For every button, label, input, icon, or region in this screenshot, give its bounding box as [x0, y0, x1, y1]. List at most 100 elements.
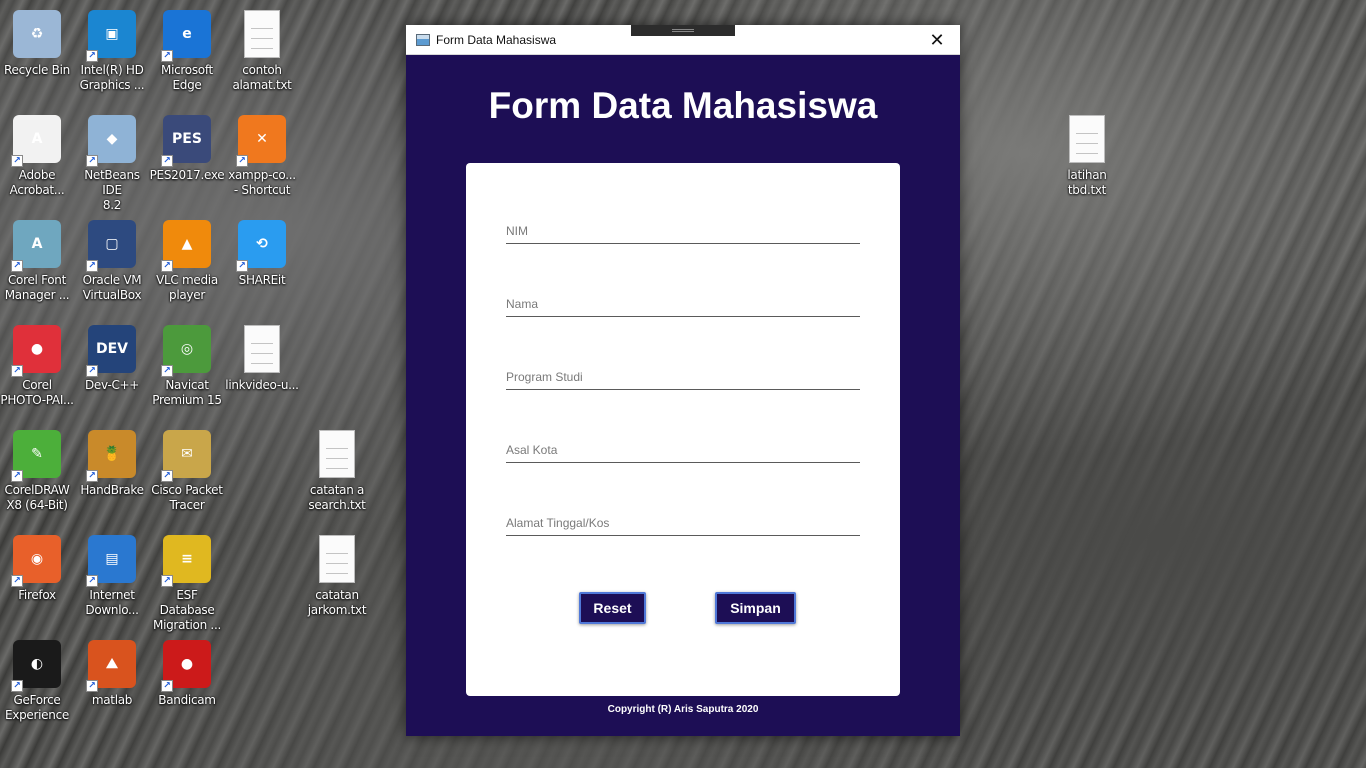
- program-studi-input[interactable]: [506, 366, 860, 388]
- desktop-icon-label: Oracle VM VirtualBox: [82, 273, 142, 302]
- shortcut-arrow-icon: ↗: [11, 470, 23, 482]
- reset-button[interactable]: Reset: [579, 592, 646, 624]
- desktop-icon-label: NetBeans IDE 8.2: [84, 168, 140, 212]
- icon-glyph: ✎: [31, 446, 43, 462]
- desktop-icon[interactable]: ✎ ↗ CorelDRAW X8 (64-Bit): [0, 430, 74, 530]
- desktop-icon[interactable]: latihan tbd.txt: [1050, 115, 1124, 215]
- window-title: Form Data Mahasiswa: [436, 32, 557, 47]
- desktop-icon-label: Firefox: [18, 588, 56, 602]
- corel-photo-icon: ● ↗: [11, 325, 61, 377]
- desktop-icon-label: ESF Database Migration ...: [153, 588, 221, 632]
- shortcut-arrow-icon: ↗: [86, 365, 98, 377]
- asal-kota-field[interactable]: [506, 439, 860, 463]
- icon-glyph: ●: [180, 656, 194, 672]
- geforce-icon: ◐ ↗: [11, 640, 61, 692]
- window-drag-grip[interactable]: [631, 25, 735, 36]
- desktop-icon-label: catatan a search.txt: [308, 483, 366, 512]
- shortcut-arrow-icon: ↗: [11, 680, 23, 692]
- desktop-icon-label: Microsoft Edge: [161, 63, 213, 92]
- shortcut-arrow-icon: ↗: [86, 155, 98, 167]
- desktop-icon[interactable]: DEV ↗ Dev-C++: [75, 325, 149, 425]
- desktop-icon[interactable]: ● ↗ Corel PHOTO-PAI...: [0, 325, 74, 425]
- icon-glyph: ▣: [105, 26, 119, 42]
- shortcut-arrow-icon: ↗: [11, 155, 23, 167]
- shareit-icon: ⟲ ↗: [236, 220, 286, 272]
- desktop-icon-label: HandBrake: [80, 483, 144, 497]
- bandicam-icon: ● ↗: [161, 640, 211, 692]
- window-titlebar[interactable]: Form Data Mahasiswa ✕: [406, 25, 960, 55]
- desktop-icon[interactable]: ✉ ↗ Cisco Packet Tracer: [150, 430, 224, 530]
- desktop-icon-label: Bandicam: [158, 693, 216, 707]
- corel-font-icon: A ↗: [11, 220, 61, 272]
- desktop-icon[interactable]: linkvideo-u...: [225, 325, 299, 425]
- shortcut-arrow-icon: ↗: [161, 155, 173, 167]
- netbeans-icon: ◆ ↗: [86, 115, 136, 167]
- desktop-icon[interactable]: A ↗ Corel Font Manager ...: [0, 220, 74, 320]
- alamat-input[interactable]: [506, 512, 860, 534]
- desktop-icon[interactable]: ⟲ ↗ SHAREit: [225, 220, 299, 320]
- desktop-icon[interactable]: ◉ ↗ Firefox: [0, 535, 74, 635]
- icon-glyph: ≡: [181, 551, 193, 567]
- coreldraw-icon: ✎ ↗: [11, 430, 61, 482]
- desktop-icon[interactable]: ◐ ↗ GeForce Experience: [0, 640, 74, 740]
- desktop-icon[interactable]: catatan jarkom.txt: [300, 535, 374, 635]
- desktop-icon[interactable]: ● ↗ Bandicam: [150, 640, 224, 740]
- text-file-icon: [319, 535, 355, 583]
- desktop-icon[interactable]: ▲ ↗ VLC media player: [150, 220, 224, 320]
- icon-glyph: DEV: [95, 341, 129, 357]
- program-studi-field[interactable]: [506, 366, 860, 390]
- shortcut-arrow-icon: ↗: [161, 575, 173, 587]
- icon-glyph: ⛰: [106, 656, 118, 672]
- desktop-icon[interactable]: 🍍 ↗ HandBrake: [75, 430, 149, 530]
- nama-input[interactable]: [506, 293, 860, 315]
- xampp-icon: ✕ ↗: [236, 115, 286, 167]
- nim-input[interactable]: [506, 220, 860, 242]
- desktop-icon[interactable]: ◎ ↗ Navicat Premium 15: [150, 325, 224, 425]
- desktop-icon[interactable]: catatan a search.txt: [300, 430, 374, 530]
- nim-field[interactable]: [506, 220, 860, 244]
- shortcut-arrow-icon: ↗: [236, 155, 248, 167]
- app-window-icon: [416, 33, 430, 46]
- icon-glyph: ✉: [181, 446, 193, 462]
- icon-glyph: A: [31, 131, 43, 147]
- edge-icon: e ↗: [161, 10, 211, 62]
- desktop-icon[interactable]: ✕ ↗ xampp-co... - Shortcut: [225, 115, 299, 215]
- desktop-icon-label: Cisco Packet Tracer: [151, 483, 223, 512]
- desktop-icon-label: Dev-C++: [84, 378, 140, 392]
- icon-glyph: ▲: [181, 236, 193, 252]
- desktop-icon[interactable]: ▢ ↗ Oracle VM VirtualBox: [75, 220, 149, 320]
- devcpp-icon: DEV ↗: [86, 325, 136, 377]
- desktop-icon-label: xampp-co... - Shortcut: [228, 168, 296, 197]
- desktop-icon-label: Internet Downlo...: [85, 588, 139, 617]
- icon-glyph: ◉: [30, 551, 44, 567]
- desktop-icon[interactable]: ▤ ↗ Internet Downlo...: [75, 535, 149, 635]
- save-button[interactable]: Simpan: [715, 592, 796, 624]
- desktop-icon[interactable]: ⛰ ↗ matlab: [75, 640, 149, 740]
- desktop-icon[interactable]: A ↗ Adobe Acrobat...: [0, 115, 74, 215]
- desktop-icon[interactable]: ◆ ↗ NetBeans IDE 8.2: [75, 115, 149, 215]
- desktop-icon-label: CorelDRAW X8 (64-Bit): [4, 483, 70, 512]
- desktop-icon-label: Navicat Premium 15: [152, 378, 222, 407]
- asal-kota-input[interactable]: [506, 439, 860, 461]
- desktop-icon-label: catatan jarkom.txt: [307, 588, 367, 617]
- desktop-icon[interactable]: ≡ ↗ ESF Database Migration ...: [150, 535, 224, 635]
- handbrake-icon: 🍍 ↗: [86, 430, 136, 482]
- desktop-icon[interactable]: ♻ Recycle Bin: [0, 10, 74, 110]
- shortcut-arrow-icon: ↗: [161, 260, 173, 272]
- alamat-field[interactable]: [506, 512, 860, 536]
- shortcut-arrow-icon: ↗: [161, 365, 173, 377]
- form-card: Reset Simpan: [466, 163, 900, 696]
- nama-field[interactable]: [506, 293, 860, 317]
- icon-glyph: ▢: [105, 236, 119, 252]
- close-button[interactable]: ✕: [914, 25, 960, 55]
- desktop-icon[interactable]: e ↗ Microsoft Edge: [150, 10, 224, 110]
- icon-glyph: A: [31, 236, 43, 252]
- shortcut-arrow-icon: ↗: [236, 260, 248, 272]
- text-file-icon: [244, 325, 280, 373]
- shortcut-arrow-icon: ↗: [86, 575, 98, 587]
- desktop-icon[interactable]: PES ↗ PES2017.exe: [150, 115, 225, 215]
- desktop-icon[interactable]: ▣ ↗ Intel(R) HD Graphics ...: [75, 10, 149, 110]
- icon-glyph: e: [182, 26, 192, 42]
- desktop-icon[interactable]: contoh alamat.txt: [225, 10, 299, 110]
- shortcut-arrow-icon: ↗: [11, 260, 23, 272]
